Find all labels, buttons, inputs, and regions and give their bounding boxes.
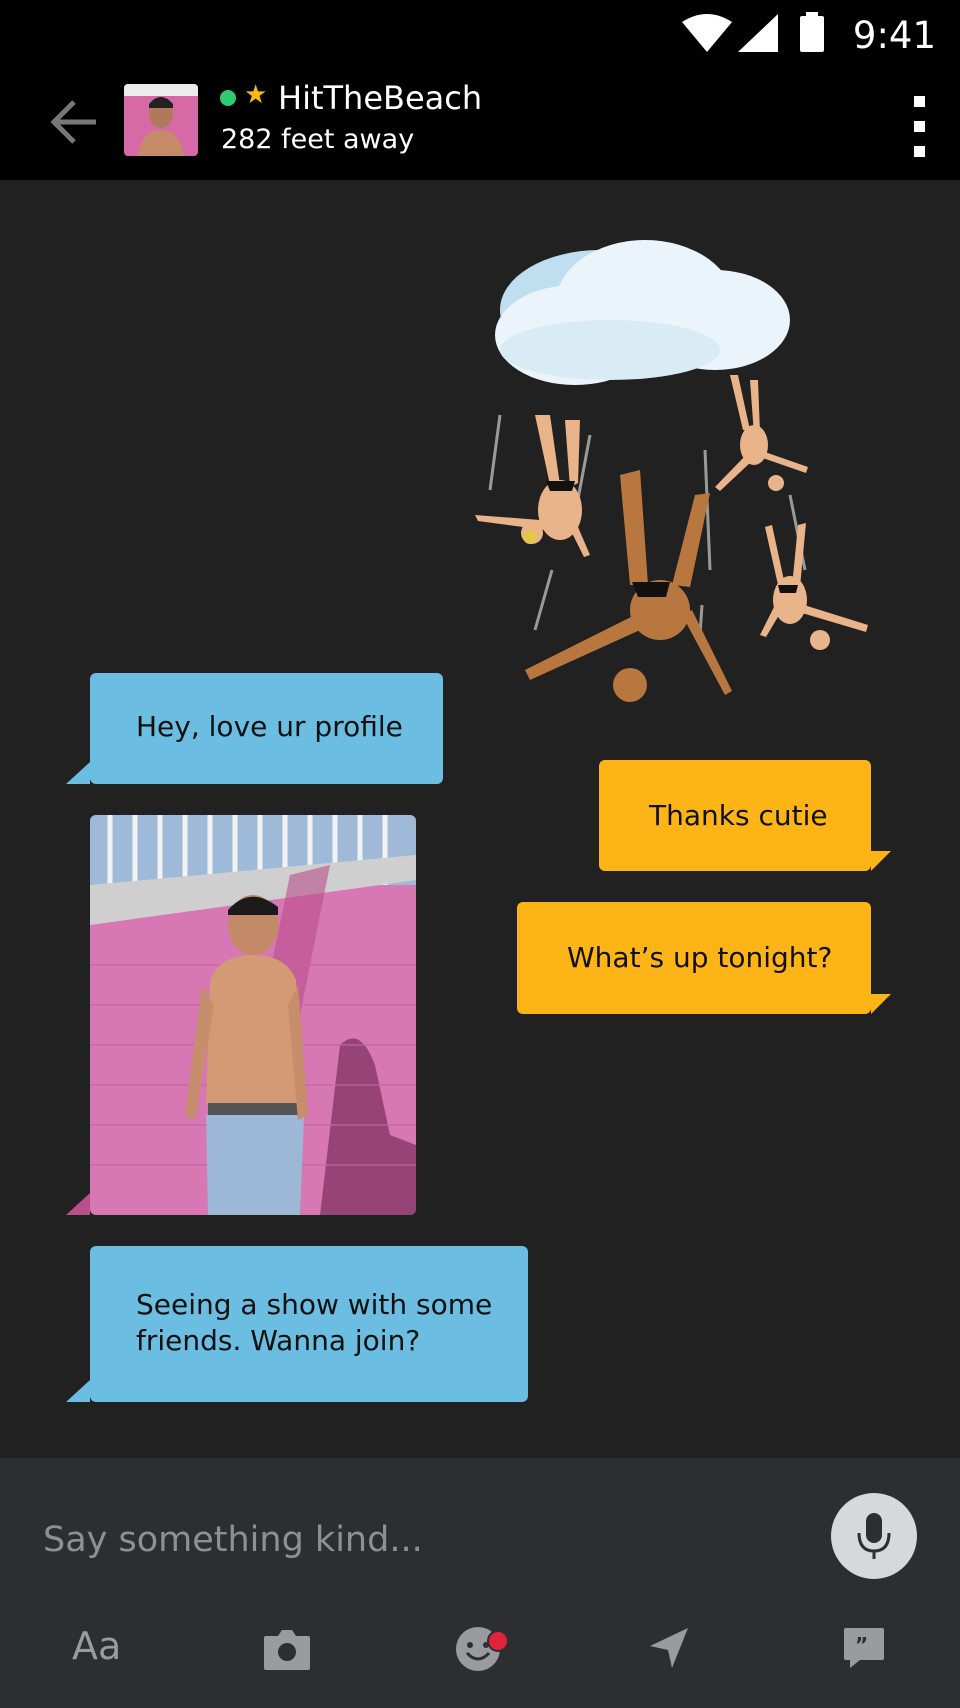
online-status-dot (220, 90, 236, 106)
battery-icon (800, 12, 824, 52)
saved-phrases-icon[interactable]: ” (842, 1626, 886, 1670)
profile-name[interactable]: HitTheBeach (278, 79, 482, 117)
message-text: Seeing a show with some friends. Wanna j… (136, 1288, 493, 1357)
wifi-icon (682, 14, 732, 52)
incoming-message-bubble[interactable]: Hey, love ur profile (66, 673, 443, 784)
incoming-message-bubble[interactable]: Seeing a show with some friends. Wanna j… (66, 1246, 528, 1402)
status-bar: 9:41 (0, 0, 960, 72)
favorite-star-icon: ★ (244, 80, 268, 110)
signal-icon (738, 14, 778, 52)
status-time: 9:41 (852, 14, 936, 57)
distance-label: 282 feet away (221, 124, 415, 155)
outgoing-message-bubble[interactable]: Thanks cutie (599, 760, 891, 871)
message-text: What’s up tonight? (567, 941, 833, 974)
message-text: Hey, love ur profile (136, 710, 403, 743)
svg-text:”: ” (855, 1633, 868, 1657)
message-text: Thanks cutie (649, 799, 828, 832)
chat-header: ★ HitTheBeach 282 feet away (0, 72, 960, 180)
microphone-icon (857, 1513, 891, 1559)
back-arrow-icon[interactable] (48, 96, 100, 148)
message-composer: Say something kind... Aa ” (0, 1458, 960, 1708)
camera-icon[interactable] (262, 1628, 312, 1670)
message-input[interactable]: Say something kind... (43, 1520, 423, 1560)
microphone-button[interactable] (831, 1493, 917, 1579)
text-format-button[interactable]: Aa (72, 1624, 121, 1668)
photo-message[interactable] (90, 815, 416, 1215)
raining-men-sticker (475, 240, 868, 702)
location-icon[interactable] (648, 1626, 692, 1670)
more-options-icon[interactable] (914, 96, 926, 158)
avatar[interactable] (124, 84, 198, 156)
notification-dot (487, 1630, 509, 1652)
outgoing-message-bubble[interactable]: What’s up tonight? (517, 902, 891, 1014)
